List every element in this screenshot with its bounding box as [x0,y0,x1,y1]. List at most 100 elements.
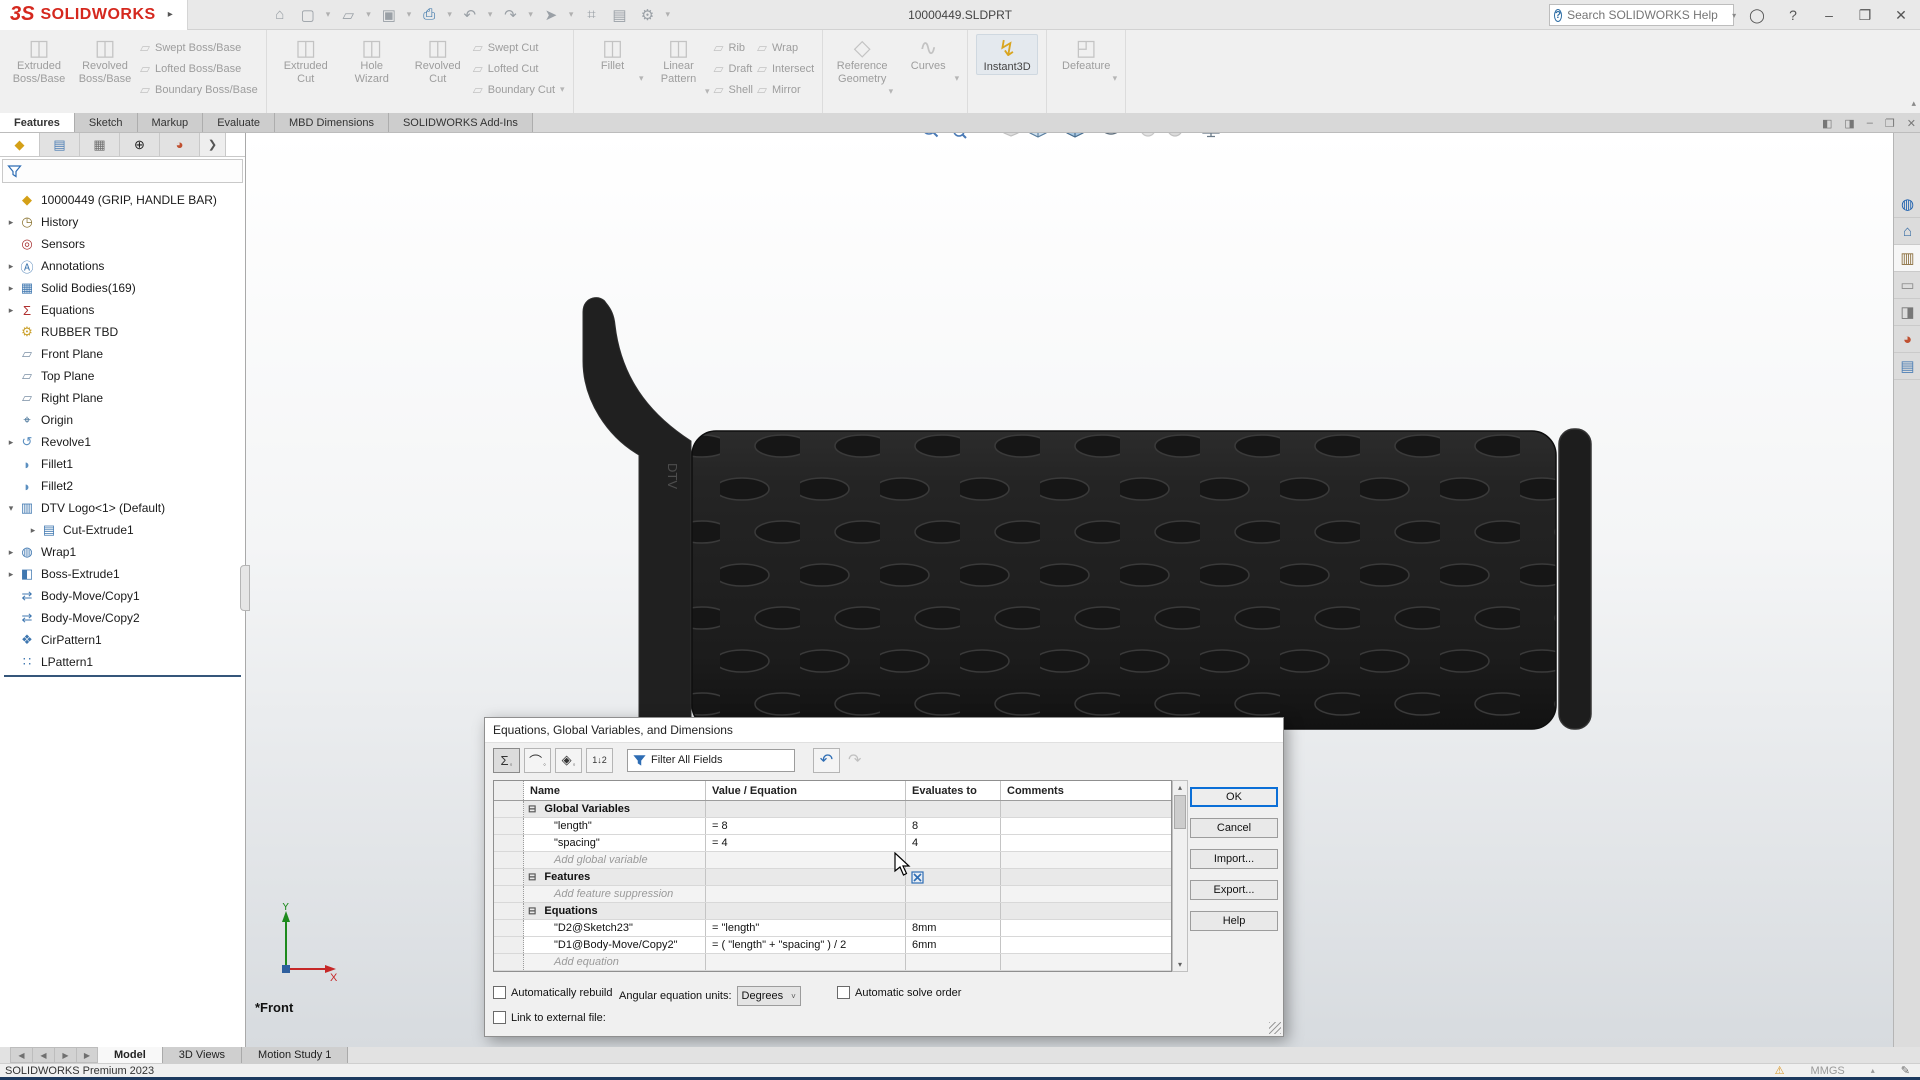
tabs-overflow-arrow-icon[interactable]: ❯ [200,133,226,156]
table-row[interactable]: "D2@Sketch23" = "length" 8mm [494,920,1171,937]
row-header-cell[interactable] [494,937,524,953]
help-search-input[interactable] [1567,8,1722,22]
equation-cell[interactable] [706,954,906,970]
table-row[interactable]: Add feature suppression [494,886,1171,903]
tab-configurationmanager[interactable]: ▦ [80,133,120,156]
pane-right-icon[interactable]: ◨ [1844,117,1854,130]
pane-left-icon[interactable]: ◧ [1822,117,1832,130]
select-pointer-icon[interactable]: ➤ [539,3,563,27]
restore-button[interactable]: ❐ [1852,7,1878,24]
group-expander-icon[interactable]: ⊟ [528,804,536,815]
linear-pattern-caret-icon[interactable]: ▾ [705,86,710,97]
next-tab-icon[interactable]: ▶ [54,1047,76,1063]
feature-tree-item[interactable]: ❖ CirPattern1 [0,629,245,651]
view-settings-icon[interactable] [1199,133,1223,141]
name-cell[interactable]: Add feature suppression [524,886,706,902]
checkbox-checked-icon[interactable] [493,986,506,999]
help-search-box[interactable]: ? ▾ [1549,4,1734,26]
equation-cell[interactable]: = 8 [706,818,906,834]
table-row[interactable]: Add global variable [494,852,1171,869]
rollback-bar[interactable] [4,675,241,677]
col-value-equation[interactable]: Value / Equation [706,781,906,800]
dimension-view-button[interactable]: ◈◦ [555,748,582,773]
comments-cell[interactable] [1001,954,1171,970]
instant3d-button[interactable]: ↯ Instant3D [976,34,1038,75]
ordered-view-button[interactable]: 1↓2 [586,748,613,773]
row-header-cell[interactable] [494,818,524,834]
feature-tree-item[interactable]: ▱ Right Plane [0,387,245,409]
redo-icon[interactable]: ↷ [498,3,522,27]
document-tab[interactable]: Motion Study 1 [242,1047,348,1063]
curves-button[interactable]: ∿ Curves ▾ [897,34,959,88]
row-header-cell[interactable] [494,954,524,970]
new-doc-caret-icon[interactable]: ▾ [326,9,331,20]
row-header-cell[interactable] [494,801,524,817]
section-view-icon[interactable] [999,133,1023,141]
feature-tree-item[interactable]: ◗ Fillet1 [0,453,245,475]
feature-tree-item[interactable]: ▸ ▤ Cut-Extrude1 [0,519,245,541]
name-cell[interactable]: ⊟Equations [524,903,706,919]
redo-caret-icon[interactable]: ▾ [528,9,533,20]
undo-caret-icon[interactable]: ▾ [488,9,493,20]
feature-tree-item[interactable]: ⇄ Body-Move/Copy1 [0,585,245,607]
ribbon-tab[interactable]: Markup [138,113,204,132]
solve-order-checkbox[interactable]: Automatic solve order [837,986,961,999]
units-caret-icon[interactable]: ▴ [1871,1066,1875,1075]
revolved-boss-base-button[interactable]: ◫ RevolvedBoss/Base [74,34,136,86]
grip-model[interactable]: DTV [560,295,1640,745]
row-header-cell[interactable] [494,886,524,902]
tree-expander-icon[interactable]: ▸ [4,547,18,558]
shell-button[interactable]: ▱Shell [714,80,753,99]
previous-view-icon[interactable] [972,133,996,141]
feature-tree-item[interactable]: ▸ ◧ Boss-Extrude1 [0,563,245,585]
swept-boss-base-button[interactable]: ▱Swept Boss/Base [140,38,258,57]
task-pane-item[interactable]: ◨ [1894,299,1920,326]
scroll-down-icon[interactable]: ▾ [1178,960,1182,971]
row-header-cell[interactable] [494,852,524,868]
tab-displaymanager[interactable]: ◕ [160,133,200,156]
file-properties-icon[interactable]: ▤ [607,3,631,27]
view-orientation-icon[interactable] [1026,133,1050,141]
hide-show-items-icon[interactable] [1099,133,1123,141]
auto-rebuild-checkbox[interactable]: Automatically rebuild [493,986,613,999]
feature-tree-item[interactable]: ⇄ Body-Move/Copy2 [0,607,245,629]
name-cell[interactable]: ⊟Global Variables [524,801,706,817]
doc-minimize-icon[interactable]: – [1867,117,1873,129]
apply-scene-caret-icon[interactable]: ▾ [1191,133,1196,135]
equation-cell[interactable] [706,903,906,919]
panel-splitter-handle[interactable] [240,565,250,611]
draft-button[interactable]: ▱Draft [714,59,753,78]
print-caret-icon[interactable]: ▾ [447,9,452,20]
close-button[interactable]: ✕ [1888,7,1914,24]
link-external-checkbox[interactable]: Link to external file: [493,1011,606,1024]
equation-cell[interactable]: = ( "length" + "spacing" ) / 2 [706,937,906,953]
table-row[interactable]: ⊟Equations [494,903,1171,920]
view-orientation-caret-icon[interactable]: ▾ [1054,133,1059,135]
linear-pattern-button[interactable]: ◫ LinearPattern ▾ [648,34,710,101]
swept-cut-button[interactable]: ▱Swept Cut [473,38,565,57]
lofted-boss-base-button[interactable]: ▱Lofted Boss/Base [140,59,258,78]
feature-tree-item[interactable]: ⚙ RUBBER TBD [0,321,245,343]
task-pane-item[interactable]: ▭ [1894,272,1920,299]
tree-expander-icon[interactable]: ▸ [4,305,18,316]
equation-cell[interactable]: = "length" [706,920,906,936]
tree-filter-bar[interactable] [2,159,243,183]
rebuild-icon[interactable]: ⌗ [579,3,603,27]
feature-tree-item[interactable]: ▸ Σ Equations [0,299,245,321]
col-name[interactable]: Name [524,781,706,800]
doc-close-icon[interactable]: ✕ [1907,117,1916,130]
name-cell[interactable]: "D1@Body-Move/Copy2" [524,937,706,953]
mirror-button[interactable]: ▱Mirror [757,80,814,99]
comments-cell[interactable] [1001,869,1171,885]
comments-cell[interactable] [1001,835,1171,851]
equation-cell[interactable] [706,801,906,817]
document-tab[interactable]: Model [98,1047,163,1063]
fillet-button[interactable]: ◫ Fillet ▾ [582,34,644,88]
zoom-area-icon[interactable] [945,133,969,141]
document-tab[interactable]: 3D Views [163,1047,242,1063]
save-caret-icon[interactable]: ▾ [407,9,412,20]
reference-geometry-caret-icon[interactable]: ▾ [889,86,894,97]
name-cell[interactable]: ⊟Features [524,869,706,885]
logo-expand-icon[interactable]: ▸ [168,9,173,20]
feature-tree-item[interactable]: ▸ ↺ Revolve1 [0,431,245,453]
